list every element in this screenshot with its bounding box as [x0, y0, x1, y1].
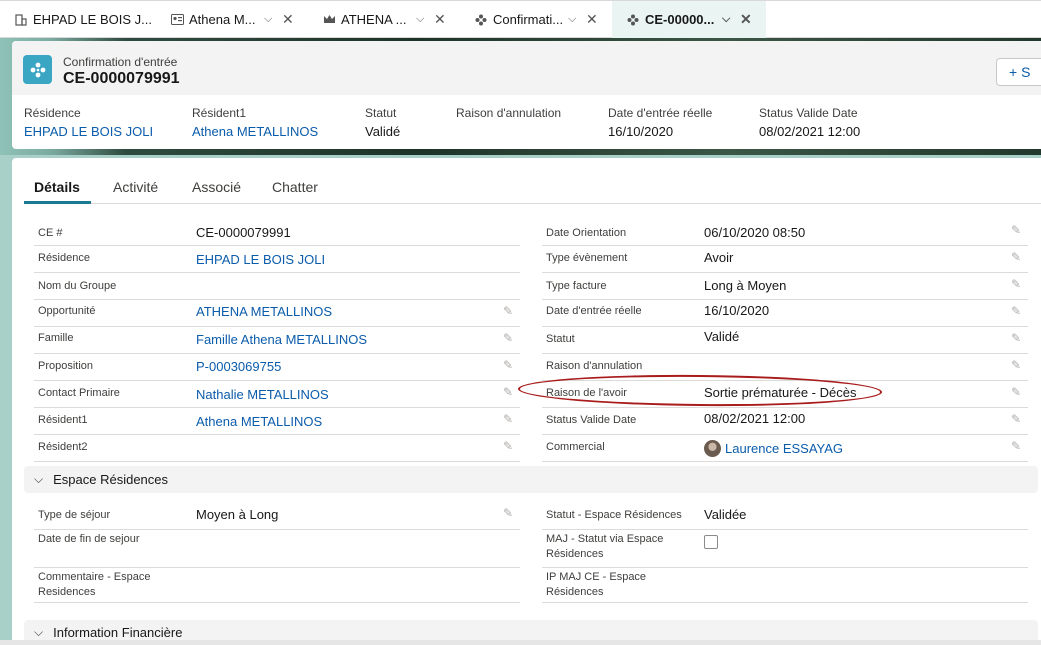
header-field-raison-annulation: Raison d'annulation [456, 106, 562, 120]
tab-label: EHPAD LE BOIS J... [33, 12, 152, 27]
close-icon[interactable]: ✕ [586, 11, 598, 28]
edit-pencil-icon[interactable]: ✎ [1011, 223, 1024, 237]
record-detail-card: Détails Activité Associé Chatter CE # CE… [12, 158, 1041, 645]
header-field-residence: Résidence EHPAD LE BOIS JOLI [24, 106, 154, 139]
field-ce-number: CE # CE-0000079991 [34, 219, 520, 246]
famille-link[interactable]: Famille Athena METALLINOS [196, 332, 367, 347]
field-nom-du-groupe: Nom du Groupe [34, 273, 520, 300]
crown-icon [322, 13, 336, 27]
tab-associe[interactable]: Associé [192, 179, 241, 195]
tab-label: CE-00000... [645, 12, 715, 27]
header-field-statut: Statut Validé [365, 106, 401, 139]
field-resident2: Résident2 ✎ [34, 435, 520, 462]
tab-label: Confirmati... [493, 12, 564, 27]
tab-label: Athena M... [189, 12, 256, 27]
record-tabset [24, 172, 1041, 204]
edit-pencil-icon[interactable]: ✎ [1011, 439, 1024, 453]
active-tab-indicator [24, 201, 91, 204]
edit-pencil-icon[interactable]: ✎ [1011, 412, 1024, 426]
edit-pencil-icon[interactable]: ✎ [503, 412, 516, 426]
edit-pencil-icon[interactable]: ✎ [1011, 277, 1024, 291]
field-maj-statut: MAJ - Statut via Espace Résidences [542, 530, 1028, 568]
chevron-down-icon: ⌵ [34, 625, 44, 639]
chevron-down-icon[interactable]: ⌵ [722, 13, 730, 26]
tab-activite[interactable]: Activité [113, 179, 158, 195]
field-type-evenement: Type évènement Avoir ✎ [542, 246, 1028, 273]
edit-pencil-icon[interactable]: ✎ [1011, 304, 1024, 318]
field-famille: Famille Famille Athena METALLINOS ✎ [34, 327, 520, 354]
close-icon[interactable]: ✕ [434, 11, 446, 28]
workspace-tab-contact[interactable]: Athena M... ⌵ ✕ [156, 1, 306, 38]
edit-pencil-icon[interactable]: ✎ [503, 304, 516, 318]
flower-icon [474, 13, 488, 27]
field-contact-primaire: Contact Primaire Nathalie METALLINOS ✎ [34, 381, 520, 408]
field-date-orientation: Date Orientation 06/10/2020 08:50 ✎ [542, 219, 1028, 246]
avatar [704, 440, 721, 457]
edit-pencil-icon[interactable]: ✎ [1011, 358, 1024, 372]
edit-pencil-icon[interactable]: ✎ [503, 358, 516, 372]
chevron-down-icon: ⌵ [34, 472, 44, 486]
field-date-entree-reelle: Date d'entrée réelle 16/10/2020 ✎ [542, 300, 1028, 327]
edit-pencil-icon[interactable]: ✎ [1011, 250, 1024, 264]
commercial-link[interactable]: Laurence ESSAYAG [725, 441, 843, 456]
field-type-facture: Type facture Long à Moyen ✎ [542, 273, 1028, 300]
section-espace-residences[interactable]: ⌵ Espace Résidences [24, 466, 1038, 493]
edit-pencil-icon[interactable]: ✎ [503, 439, 516, 453]
field-statut: Statut Validé ✎ [542, 327, 1028, 354]
opportunite-link[interactable]: ATHENA METALLINOS [196, 304, 332, 319]
edit-pencil-icon[interactable]: ✎ [1011, 385, 1024, 399]
chevron-down-icon[interactable]: ⌵ [568, 13, 576, 26]
field-type-sejour: Type de séjour Moyen à Long ✎ [34, 502, 520, 530]
tab-chatter[interactable]: Chatter [272, 179, 318, 195]
field-residence: Résidence EHPAD LE BOIS JOLI [34, 246, 520, 273]
edit-pencil-icon[interactable]: ✎ [503, 331, 516, 345]
field-ip-maj-ce: IP MAJ CE - Espace Résidences [542, 568, 1028, 603]
flower-icon [626, 13, 640, 27]
field-proposition: Proposition P-0003069755 ✎ [34, 354, 520, 381]
tab-details[interactable]: Détails [34, 179, 80, 195]
header-field-status-valide-date: Status Valide Date 08/02/2021 12:00 [759, 106, 861, 139]
follow-button[interactable]: + S [996, 58, 1041, 86]
record-header: Confirmation d'entrée CE-0000079991 + S … [12, 41, 1041, 149]
header-field-resident1: Résident1 Athena METALLINOS [192, 106, 319, 139]
edit-pencil-icon[interactable]: ✎ [503, 385, 516, 399]
resident1-link[interactable]: Athena METALLINOS [196, 414, 322, 429]
field-statut-espace: Statut - Espace Résidences Validée [542, 502, 1028, 530]
object-type-label: Confirmation d'entrée [63, 55, 178, 69]
field-opportunite: Opportunité ATHENA METALLINOS ✎ [34, 300, 520, 327]
field-resident1: Résident1 Athena METALLINOS ✎ [34, 408, 520, 435]
residence-link[interactable]: EHPAD LE BOIS JOLI [24, 124, 153, 139]
workspace-tab-residence[interactable]: EHPAD LE BOIS J... [0, 1, 160, 38]
proposition-link[interactable]: P-0003069755 [196, 359, 281, 374]
tab-label: ATHENA ... [341, 12, 407, 27]
workspace-tab-record-active[interactable]: CE-00000... ⌵ ✕ [612, 1, 766, 38]
close-icon[interactable]: ✕ [282, 11, 294, 28]
residence-link[interactable]: EHPAD LE BOIS JOLI [196, 252, 325, 267]
resident1-link[interactable]: Athena METALLINOS [192, 124, 318, 139]
record-title: CE-0000079991 [63, 70, 180, 87]
chevron-down-icon[interactable]: ⌵ [416, 13, 424, 26]
edit-pencil-icon[interactable]: ✎ [1011, 331, 1024, 345]
edit-pencil-icon[interactable]: ✎ [503, 506, 516, 520]
contact-primaire-link[interactable]: Nathalie METALLINOS [196, 387, 329, 402]
header-field-date-entree: Date d'entrée réelle 16/10/2020 [608, 106, 713, 139]
chevron-down-icon[interactable]: ⌵ [264, 13, 272, 26]
contact-card-icon [170, 13, 184, 27]
field-commercial: Commercial Laurence ESSAYAG ✎ [542, 435, 1028, 462]
workspace-tab-bar: EHPAD LE BOIS J... Athena M... ⌵ ✕ ATHEN… [0, 0, 1041, 38]
building-icon [14, 13, 28, 27]
field-commentaire-espace: Commentaire - Espace Residences [34, 568, 520, 603]
maj-statut-checkbox[interactable] [704, 535, 718, 549]
workspace-tab-opportunity[interactable]: ATHENA ... ⌵ ✕ [308, 1, 458, 38]
field-date-fin-sejour: Date de fin de sejour [34, 530, 520, 568]
workspace-tab-confirmation[interactable]: Confirmati... ⌵ ✕ [460, 1, 610, 38]
confirmation-object-icon [23, 55, 52, 84]
close-icon[interactable]: ✕ [740, 11, 752, 28]
field-status-valide-date: Status Valide Date 08/02/2021 12:00 ✎ [542, 408, 1028, 435]
